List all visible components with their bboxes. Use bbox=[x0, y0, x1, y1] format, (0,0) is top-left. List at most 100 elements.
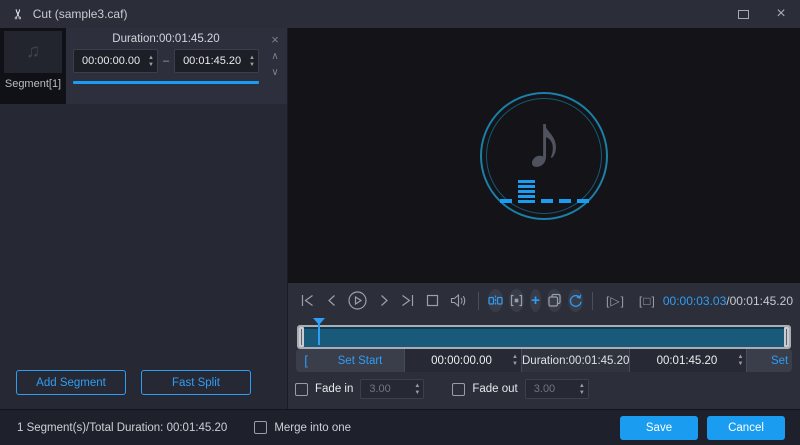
go-to-end-button[interactable] bbox=[400, 293, 415, 308]
spin-down-icon[interactable]: ▼ bbox=[414, 390, 420, 396]
spin-down-icon[interactable]: ▼ bbox=[579, 390, 585, 396]
segment-actions: Add Segment Fast Split bbox=[16, 370, 251, 395]
toolbar-divider bbox=[592, 291, 593, 310]
segment-range-bar bbox=[73, 81, 259, 84]
fade-in-checkbox[interactable] bbox=[295, 382, 308, 396]
footer-buttons: Save Cancel bbox=[620, 415, 785, 440]
left-bracket-icon: [ bbox=[304, 353, 308, 368]
segment-item: ♫ Segment[1] Duration:00:01:45.20 00:00:… bbox=[0, 28, 287, 104]
close-button[interactable]: × bbox=[762, 0, 800, 28]
segment-editor: Duration:00:01:45.20 00:00:00.00 ▲ ▼ – 0… bbox=[66, 28, 263, 104]
segment-summary: 1 Segment(s)/Total Duration: 00:01:45.20 bbox=[17, 421, 228, 434]
next-frame-button[interactable] bbox=[377, 293, 390, 308]
equalizer-dash bbox=[499, 198, 512, 203]
trim-end-value: 00:01:45.20 bbox=[656, 354, 718, 367]
dialog-footer: 1 Segment(s)/Total Duration: 00:01:45.20… bbox=[0, 409, 800, 445]
set-start-button[interactable]: Set Start bbox=[316, 349, 404, 372]
spin-up-icon[interactable]: ▲ bbox=[249, 55, 255, 61]
equalizer-dash bbox=[558, 198, 571, 203]
segment-start-field[interactable]: 00:00:00.00 ▲ ▼ bbox=[73, 49, 158, 73]
music-note-icon: ♪ bbox=[524, 97, 564, 185]
audio-preview-area: ♪ bbox=[288, 28, 800, 283]
cancel-button[interactable]: Cancel bbox=[707, 415, 785, 440]
segment-thumb-column: ♫ Segment[1] bbox=[0, 28, 66, 104]
timeline-start-handle[interactable] bbox=[299, 327, 304, 347]
cut-dialog: ✂ Cut (sample3.caf) × ♫ Segment[1] Durat… bbox=[0, 0, 800, 445]
previous-frame-button[interactable] bbox=[325, 293, 338, 308]
fade-out-label: Fade out bbox=[472, 383, 518, 395]
fast-split-button[interactable]: Fast Split bbox=[141, 370, 251, 395]
segment-item-controls: × ∧ ∨ bbox=[263, 28, 287, 104]
titlebar: ✂ Cut (sample3.caf) × bbox=[0, 0, 800, 28]
equalizer-dash bbox=[540, 198, 553, 203]
trim-start-field[interactable]: 00:00:00.00 ▲ ▼ bbox=[405, 349, 521, 372]
playback-controls-panel: + [▷] [□] 00:00:03.03/00:01:45.20 [Set … bbox=[288, 283, 800, 409]
toolbar-divider bbox=[478, 291, 479, 310]
timeline-end-handle[interactable] bbox=[784, 327, 789, 347]
merge-option: Merge into one bbox=[254, 421, 351, 434]
segment-end-field[interactable]: 00:01:45.20 ▲ ▼ bbox=[174, 49, 259, 73]
range-dash: – bbox=[162, 55, 170, 67]
trim-duration-text: Duration:00:01:45.20 bbox=[522, 349, 630, 372]
set-end-button[interactable]: Set End bbox=[747, 349, 792, 372]
spin-down-icon[interactable]: ▼ bbox=[512, 361, 518, 367]
window-controls: × bbox=[724, 0, 800, 28]
fade-out-value: 3.00 bbox=[533, 383, 556, 395]
remove-segment-button[interactable]: × bbox=[271, 33, 279, 46]
spin-down-icon[interactable]: ▼ bbox=[737, 361, 743, 367]
playhead-marker[interactable] bbox=[313, 318, 326, 345]
equalizer-stack bbox=[517, 179, 535, 203]
go-to-start-button[interactable] bbox=[300, 293, 315, 308]
spin-down-icon[interactable]: ▼ bbox=[148, 62, 154, 68]
spin-up-icon[interactable]: ▲ bbox=[148, 55, 154, 61]
segment-start-value: 00:00:00.00 bbox=[82, 55, 141, 67]
stop-segment-button[interactable]: [□] bbox=[639, 294, 656, 308]
reset-button[interactable] bbox=[568, 289, 584, 312]
save-button[interactable]: Save bbox=[620, 415, 698, 440]
timeline-track[interactable] bbox=[297, 325, 791, 349]
play-button[interactable] bbox=[348, 291, 367, 310]
merge-into-one-checkbox[interactable] bbox=[254, 421, 268, 434]
segment-end-value: 00:01:45.20 bbox=[183, 55, 242, 67]
play-segment-button[interactable]: [▷] bbox=[606, 294, 625, 308]
spin-up-icon[interactable]: ▲ bbox=[579, 383, 585, 389]
spin-up-icon[interactable]: ▲ bbox=[737, 354, 743, 360]
volume-button[interactable] bbox=[450, 293, 467, 308]
current-time: 00:00:03.03 bbox=[662, 293, 727, 308]
maximize-icon bbox=[737, 9, 749, 19]
window-title: Cut (sample3.caf) bbox=[32, 7, 128, 21]
move-segment-down-button[interactable]: ∨ bbox=[271, 68, 278, 78]
close-icon: × bbox=[776, 5, 786, 22]
equalizer-visualization bbox=[482, 179, 606, 203]
stop-button[interactable] bbox=[425, 293, 440, 308]
segment-thumbnail[interactable]: ♫ bbox=[4, 31, 62, 73]
move-segment-up-button[interactable]: ∧ bbox=[271, 52, 278, 62]
plus-icon: + bbox=[531, 292, 540, 309]
preview-panel: ♪ + [▷] [□] 00:00:03.03/00:01:45.20 [Se… bbox=[287, 28, 800, 409]
time-display: 00:00:03.03/00:01:45.20 bbox=[663, 294, 793, 308]
trim-start-value: 00:00:00.00 bbox=[431, 354, 492, 367]
merge-into-one-label: Merge into one bbox=[274, 421, 352, 434]
dialog-body: ♫ Segment[1] Duration:00:01:45.20 00:00:… bbox=[0, 28, 800, 409]
segment-end-spinner: ▲ ▼ bbox=[249, 55, 255, 68]
copy-segment-button[interactable] bbox=[547, 289, 563, 312]
equalizer-dash bbox=[576, 198, 589, 203]
spin-up-icon[interactable]: ▲ bbox=[414, 383, 420, 389]
split-button[interactable] bbox=[487, 289, 503, 312]
spin-down-icon[interactable]: ▼ bbox=[249, 62, 255, 68]
trim-end-field[interactable]: 00:01:45.20 ▲ ▼ bbox=[630, 349, 747, 372]
fade-out-duration-field[interactable]: 3.00 ▲ ▼ bbox=[524, 379, 589, 399]
maximize-button[interactable] bbox=[724, 0, 762, 28]
player-toolbar: + [▷] [□] 00:00:03.03/00:01:45.20 bbox=[295, 283, 793, 318]
select-region-button[interactable] bbox=[508, 289, 524, 312]
add-button[interactable]: + bbox=[529, 289, 542, 312]
timeline bbox=[296, 318, 792, 349]
fade-out-checkbox[interactable] bbox=[452, 382, 466, 396]
segment-duration-text: Duration:00:01:45.20 bbox=[112, 33, 220, 45]
timeline-selected-range bbox=[299, 327, 789, 347]
fade-in-value: 3.00 bbox=[369, 383, 391, 395]
spin-up-icon[interactable]: ▲ bbox=[512, 354, 518, 360]
segment-time-fields: 00:00:00.00 ▲ ▼ – 00:01:45.20 ▲ ▼ bbox=[73, 49, 259, 73]
fade-in-duration-field[interactable]: 3.00 ▲ ▼ bbox=[360, 379, 425, 399]
add-segment-button[interactable]: Add Segment bbox=[16, 370, 126, 395]
